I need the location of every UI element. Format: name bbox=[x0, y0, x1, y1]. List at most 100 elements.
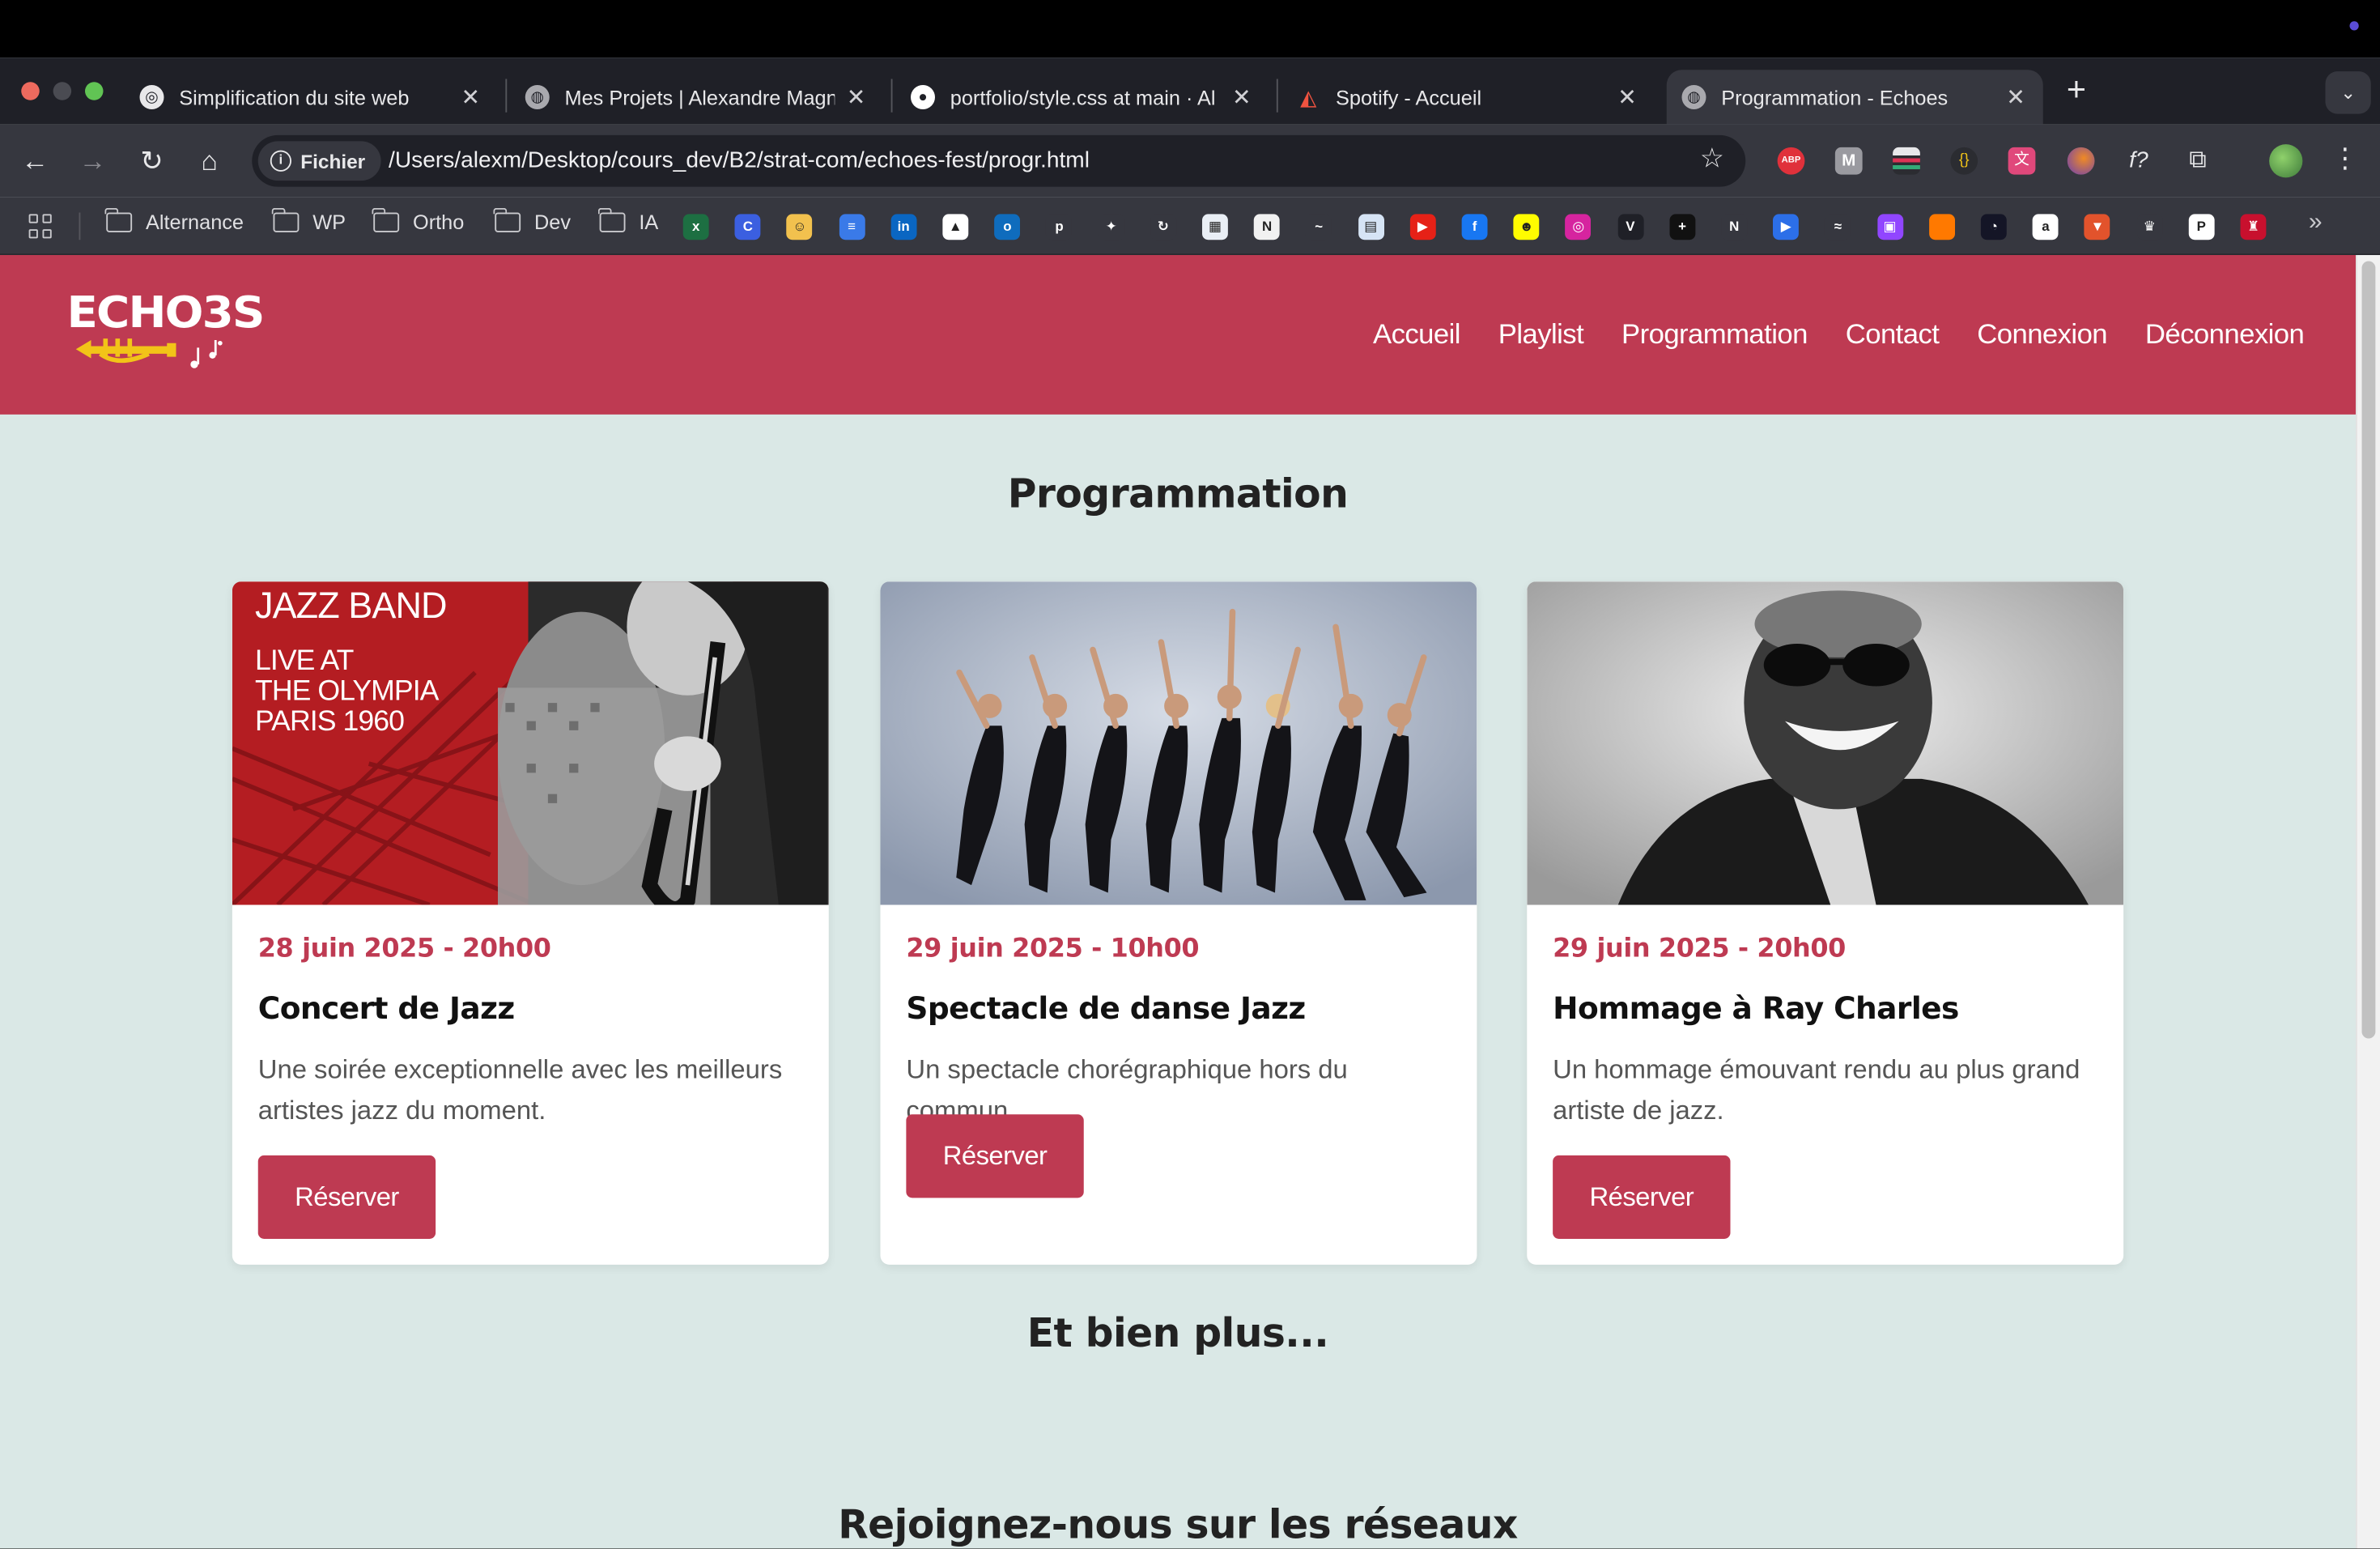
outlook-icon[interactable]: o bbox=[994, 214, 1021, 240]
event-title: Concert de Jazz bbox=[257, 989, 515, 1027]
netflix-icon[interactable]: N bbox=[1721, 214, 1748, 240]
m-extension-icon[interactable]: M bbox=[1834, 147, 1863, 175]
close-tab-icon[interactable]: ✕ bbox=[1230, 83, 1254, 111]
bookmarks-bar: Alternance WP Ortho Dev IA x C ☺ ≡ in ▲ o p ✦ ↻ ▦ N… bbox=[0, 197, 2380, 255]
tab-programmation[interactable]: ◍ Programmation - Echoes ✕ bbox=[1666, 70, 2043, 125]
amazon-icon[interactable]: a bbox=[2032, 214, 2059, 240]
globe-icon: ◍ bbox=[525, 85, 550, 109]
new-tab-button[interactable]: + bbox=[2059, 72, 2095, 109]
firefox-relay-icon[interactable] bbox=[2067, 147, 2095, 175]
minimize-window-button[interactable] bbox=[53, 82, 72, 100]
brave-icon[interactable]: ▼ bbox=[2085, 214, 2110, 240]
scrollbar-thumb[interactable] bbox=[2361, 261, 2376, 1039]
tab-search-button[interactable]: ⌄ bbox=[2325, 71, 2371, 114]
tab-spotify[interactable]: ◭ Spotify - Accueil ✕ bbox=[1281, 70, 1655, 125]
puzzle-icon[interactable]: ⧉ bbox=[2184, 147, 2212, 175]
tab-divider bbox=[505, 79, 508, 113]
site-info-chip[interactable]: i Fichier bbox=[257, 141, 380, 181]
social-heading: Rejoignez-nous sur les réseaux bbox=[838, 1503, 1518, 1549]
twitch-icon[interactable]: ▣ bbox=[1876, 214, 1903, 240]
bookmark-folder-ia[interactable]: IA bbox=[598, 207, 659, 234]
reserve-button[interactable]: Réserver bbox=[906, 1114, 1084, 1198]
excel-icon[interactable]: x bbox=[682, 214, 709, 240]
event-date: 28 juin 2025 - 20h00 bbox=[257, 934, 551, 964]
folder-label: Dev bbox=[534, 211, 572, 234]
nav-connexion[interactable]: Connexion bbox=[1977, 317, 2107, 351]
docs-icon[interactable]: ≡ bbox=[839, 214, 865, 240]
more-bookmarks-icon[interactable]: » bbox=[2309, 210, 2323, 237]
nordvpn-icon[interactable]: ~ bbox=[1306, 214, 1332, 240]
pinterest-icon[interactable]: p bbox=[1046, 214, 1073, 240]
youtube-icon[interactable]: ▶ bbox=[1409, 214, 1436, 240]
tab-mes-projets[interactable]: ◍ Mes Projets | Alexandre Magn ✕ bbox=[510, 70, 883, 125]
linkedin-icon[interactable]: in bbox=[890, 214, 917, 240]
json-icon[interactable]: {} bbox=[1950, 147, 1978, 175]
shield-crest-icon[interactable]: ♜ bbox=[2240, 214, 2267, 240]
orange-icon[interactable] bbox=[1928, 214, 1955, 240]
adblock-icon[interactable]: ABP bbox=[1777, 147, 1805, 175]
back-button[interactable]: ← bbox=[17, 143, 53, 179]
echoes-logo[interactable]: ECHO3S bbox=[67, 292, 265, 368]
graduation-icon[interactable]: ▲ bbox=[942, 214, 969, 240]
calendar-icon[interactable]: ▦ bbox=[1202, 214, 1228, 240]
nav-deconnexion[interactable]: Déconnexion bbox=[2145, 317, 2305, 351]
nav-contact[interactable]: Contact bbox=[1846, 317, 1940, 351]
page-scrollbar[interactable] bbox=[2356, 255, 2380, 1549]
valorant-icon[interactable]: V bbox=[1617, 214, 1643, 240]
play-icon[interactable]: ▶ bbox=[1773, 214, 1800, 240]
tab-github[interactable]: ● portfolio/style.css at main · Al ✕ bbox=[895, 70, 1269, 125]
bookmark-folder-ortho[interactable]: Ortho bbox=[372, 207, 464, 234]
reserve-button[interactable]: Réserver bbox=[1553, 1155, 1731, 1239]
forward-button[interactable]: → bbox=[74, 143, 111, 179]
canva-icon[interactable]: C bbox=[734, 214, 761, 240]
bookmark-star-icon[interactable]: ☆ bbox=[1700, 143, 1724, 174]
folder-label: WP bbox=[312, 211, 346, 234]
folder-label: IA bbox=[639, 211, 659, 234]
plus-icon[interactable]: + bbox=[1669, 214, 1695, 240]
instagram-icon[interactable]: ◎ bbox=[1565, 214, 1592, 240]
nav-accueil[interactable]: Accueil bbox=[1373, 317, 1460, 351]
folder-label: Alternance bbox=[146, 211, 244, 234]
apps-grid-icon[interactable] bbox=[28, 214, 53, 238]
browser-menu-icon[interactable]: ⋮ bbox=[2331, 143, 2359, 174]
browser-toolbar: ← → ↻ ⌂ i Fichier /Users/alexm/Desktop/c… bbox=[0, 124, 2380, 198]
close-tab-icon[interactable]: ✕ bbox=[2004, 83, 2028, 111]
bookmark-folder-wp[interactable]: WP bbox=[272, 207, 346, 234]
wave-icon[interactable]: ≈ bbox=[1825, 214, 1851, 240]
profile-avatar[interactable] bbox=[2269, 144, 2303, 178]
home-button[interactable]: ⌂ bbox=[191, 143, 227, 179]
reserve-button[interactable]: Réserver bbox=[257, 1155, 436, 1239]
emoji-icon[interactable]: ☺ bbox=[786, 214, 813, 240]
close-window-button[interactable] bbox=[21, 82, 40, 100]
close-tab-icon[interactable]: ✕ bbox=[458, 83, 482, 111]
url-text[interactable]: /Users/alexm/Desktop/cours_dev/B2/strat-… bbox=[389, 147, 1090, 173]
poster-line-text: LIVE AT bbox=[255, 644, 354, 676]
translate-icon[interactable]: 文 bbox=[2008, 147, 2036, 175]
maximize-window-button[interactable] bbox=[85, 82, 104, 100]
color-picker-icon[interactable] bbox=[1893, 147, 1920, 175]
jazz-band-poster-graphic: JAZZ BAND LIVE AT THE OLYMPIA PARIS 1960 bbox=[232, 581, 829, 905]
tab-simplification[interactable]: ◎ Simplification du site web ✕ bbox=[125, 70, 498, 125]
tab-title: Spotify - Accueil bbox=[1336, 85, 1482, 109]
snapchat-icon[interactable]: ☻ bbox=[1513, 214, 1540, 240]
crown-icon[interactable]: ♛ bbox=[2136, 214, 2163, 240]
bookmark-folder-alternance[interactable]: Alternance bbox=[105, 207, 244, 234]
sync-icon[interactable]: ↻ bbox=[1150, 214, 1176, 240]
dance-performance-image bbox=[880, 581, 1477, 905]
address-bar[interactable]: i Fichier /Users/alexm/Desktop/cours_dev… bbox=[252, 134, 1746, 187]
drive-icon[interactable]: ▤ bbox=[1358, 214, 1384, 240]
facebook-icon[interactable]: f bbox=[1461, 214, 1488, 240]
bookmarks-divider bbox=[79, 212, 81, 240]
close-tab-icon[interactable]: ✕ bbox=[1615, 83, 1639, 111]
tab-divider bbox=[890, 79, 893, 113]
close-tab-icon[interactable]: ✕ bbox=[844, 83, 869, 111]
nav-playlist[interactable]: Playlist bbox=[1498, 317, 1584, 351]
playstation-icon[interactable]: P bbox=[2188, 214, 2215, 240]
nav-programmation[interactable]: Programmation bbox=[1621, 317, 1808, 351]
bookmark-folder-dev[interactable]: Dev bbox=[494, 207, 572, 234]
speedtest-icon[interactable]: ◔ bbox=[1980, 214, 2007, 240]
reload-button[interactable]: ↻ bbox=[134, 143, 170, 179]
font-icon[interactable]: f? bbox=[2125, 147, 2153, 175]
notion-icon[interactable]: N bbox=[1254, 214, 1280, 240]
figma-icon[interactable]: ✦ bbox=[1098, 214, 1124, 240]
